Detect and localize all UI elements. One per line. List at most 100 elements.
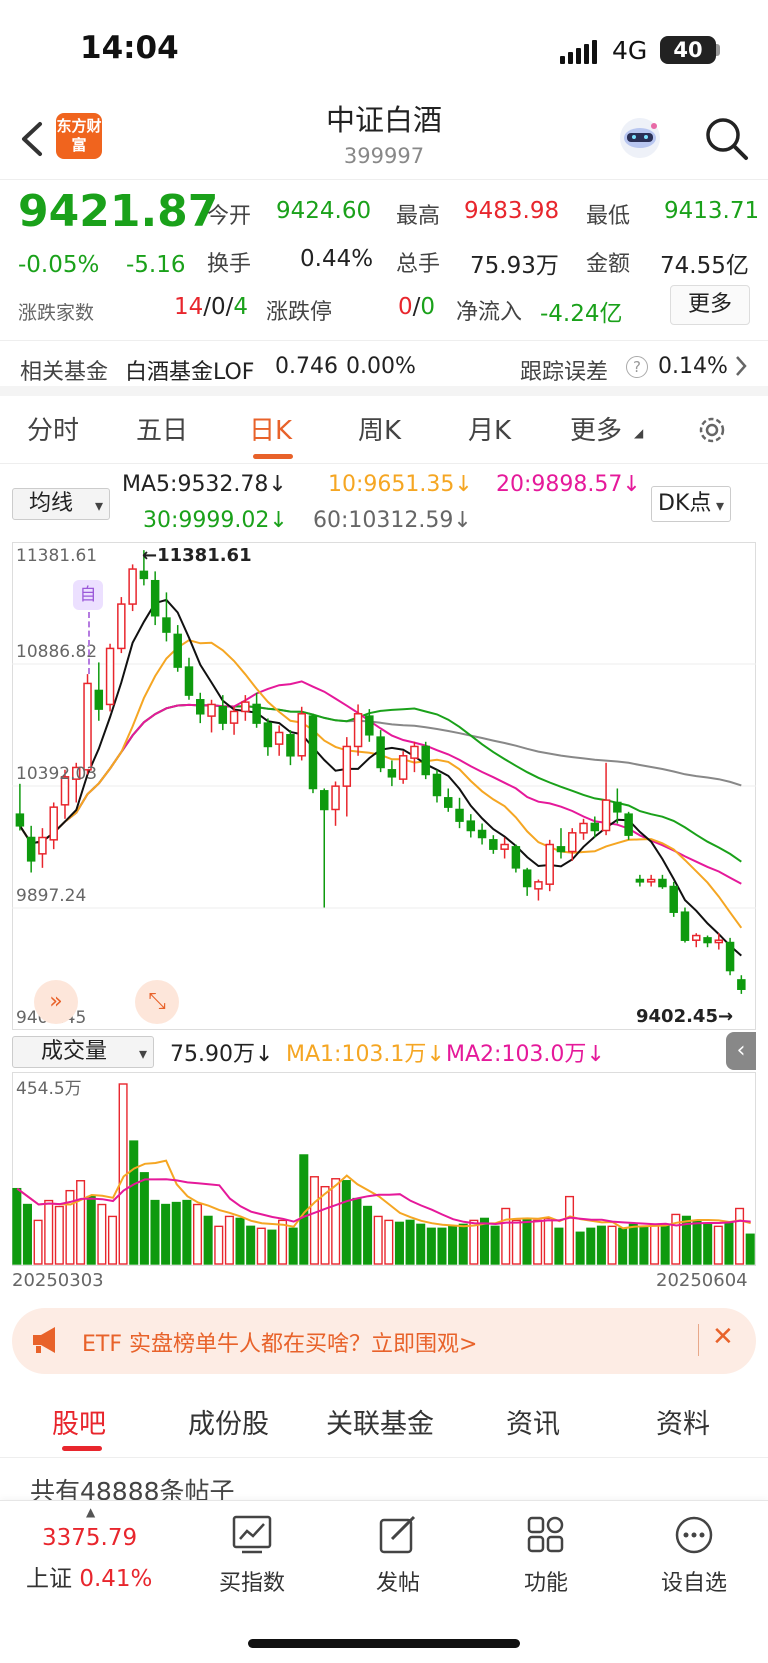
axis-label-1: 11381.61 xyxy=(16,546,98,566)
etf-banner[interactable]: ETF 实盘榜单牛人都在买啥？立即围观> ✕ xyxy=(12,1308,756,1374)
tab-minute[interactable]: 分时 xyxy=(27,410,79,447)
volume-bar xyxy=(192,1203,203,1265)
tab-news[interactable]: 资讯 xyxy=(506,1402,560,1441)
volume-bar xyxy=(224,1215,234,1265)
candle xyxy=(274,731,284,745)
volume-bar xyxy=(628,1223,638,1265)
change-percent: -0.05% xyxy=(18,252,100,278)
candle xyxy=(26,836,36,862)
dk-point-select[interactable]: DK点 xyxy=(651,486,731,523)
candle xyxy=(398,755,408,780)
tab-weekly-k[interactable]: 周K xyxy=(358,410,401,447)
volume-bar xyxy=(363,1205,373,1265)
candle xyxy=(658,878,667,888)
volume-bar xyxy=(129,1140,139,1265)
self-select-marker[interactable]: 自 xyxy=(73,580,103,610)
kline-chart[interactable] xyxy=(12,542,756,1030)
volume-bar xyxy=(33,1219,43,1265)
candle xyxy=(139,570,149,580)
open-value: 9424.60 xyxy=(276,198,372,224)
buy-index-button[interactable]: 买指数 xyxy=(192,1515,312,1597)
volume-indicator-select[interactable]: 成交量 xyxy=(12,1036,154,1069)
sh-index-label[interactable]: 上证 0.41% xyxy=(26,1559,152,1593)
volume-bar xyxy=(543,1217,553,1265)
candle xyxy=(568,832,577,853)
volume-bar xyxy=(735,1207,745,1265)
tab-monthly-k[interactable]: 月K xyxy=(468,410,511,447)
post-button[interactable]: 发帖 xyxy=(338,1515,458,1597)
volume-bar xyxy=(458,1223,468,1265)
tab-five-day[interactable]: 五日 xyxy=(136,410,188,447)
volume-bar xyxy=(405,1219,415,1265)
volume-bar xyxy=(384,1219,394,1265)
candle xyxy=(737,979,746,990)
candle xyxy=(173,633,182,668)
tab-related-funds[interactable]: 关联基金 xyxy=(326,1402,434,1441)
candle xyxy=(703,937,712,944)
search-icon[interactable] xyxy=(700,112,752,164)
more-button[interactable]: 更多 xyxy=(670,285,750,325)
help-icon[interactable]: ? xyxy=(626,356,648,378)
tab-profile[interactable]: 资料 xyxy=(656,1402,710,1441)
volume-bar xyxy=(12,1187,22,1265)
tab-daily-k[interactable]: 日K xyxy=(249,410,292,447)
volume-bar xyxy=(703,1223,713,1265)
volume-bar xyxy=(331,1178,341,1265)
tab-more[interactable]: 更多 xyxy=(570,410,622,447)
expand-left-icon[interactable]: » xyxy=(34,980,78,1024)
volume-bar xyxy=(278,1219,288,1265)
close-icon[interactable]: ✕ xyxy=(712,1322,734,1352)
volume-bar xyxy=(267,1229,277,1265)
volume-bar xyxy=(745,1233,755,1265)
low-label: 最低 xyxy=(586,204,631,229)
volume-bar xyxy=(44,1199,54,1265)
limit-label: 涨跌停 xyxy=(266,300,333,325)
fullscreen-icon[interactable]: ⤡ xyxy=(135,980,179,1024)
volume-bar xyxy=(54,1205,64,1265)
volume-bar xyxy=(203,1215,213,1265)
volume-bar xyxy=(161,1203,171,1265)
network-label: 4G xyxy=(612,36,648,65)
volume-bar xyxy=(713,1225,723,1265)
collapse-panel-icon[interactable]: ‹ xyxy=(726,1032,756,1070)
start-date: 20250303 xyxy=(12,1270,104,1291)
tab-forum[interactable]: 股吧 xyxy=(52,1402,106,1441)
sh-index-value: 3375.79 xyxy=(42,1525,138,1551)
volume-bar xyxy=(448,1225,458,1265)
volume-top-label: 454.5万 xyxy=(16,1079,82,1099)
candle xyxy=(455,808,464,822)
candle xyxy=(376,736,385,769)
tab-constituents[interactable]: 成份股 xyxy=(188,1402,269,1441)
related-fund-row[interactable]: 相关基金 白酒基金LOF 0.746 0.00% 跟踪误差 ? 0.14% xyxy=(0,340,768,396)
up-caret-icon: ▲ xyxy=(86,1505,96,1519)
high-marker: ←11381.61 xyxy=(142,545,252,566)
volume-bar xyxy=(256,1227,266,1265)
ma5-value: MA5:9532.78↓ xyxy=(122,472,287,497)
volume-ma2: MA2:103.0万↓ xyxy=(446,1042,605,1067)
tracking-error-label: 跟踪误差 xyxy=(520,360,609,385)
volume-bar xyxy=(394,1221,404,1265)
volume-value-label: 75.90万↓ xyxy=(170,1042,274,1067)
marker-line xyxy=(88,612,90,674)
axis-label-2: 10886.82 xyxy=(16,642,98,662)
settings-icon[interactable] xyxy=(695,413,729,451)
amount-value: 74.55亿 xyxy=(660,253,749,279)
axis-label-4: 9897.24 xyxy=(16,886,87,906)
ma-type-select[interactable]: 均线 xyxy=(12,488,110,521)
candle xyxy=(229,710,239,724)
amount-label: 金额 xyxy=(586,252,631,277)
functions-button[interactable]: 功能 xyxy=(486,1515,606,1597)
bottom-tab-underline xyxy=(62,1446,102,1451)
volume-bar xyxy=(416,1223,426,1265)
candle xyxy=(218,706,228,724)
candle xyxy=(556,846,566,853)
candle xyxy=(94,689,104,710)
volume-bar xyxy=(182,1199,192,1265)
candle xyxy=(297,713,306,757)
ma20-value: 20:9898.57↓ xyxy=(496,472,641,497)
assistant-avatar-icon[interactable] xyxy=(616,114,664,162)
add-watchlist-button[interactable]: 设自选 xyxy=(634,1515,754,1597)
change-value: -5.16 xyxy=(126,252,186,278)
volume-chart[interactable] xyxy=(12,1072,756,1266)
chart-icon xyxy=(232,1515,272,1554)
